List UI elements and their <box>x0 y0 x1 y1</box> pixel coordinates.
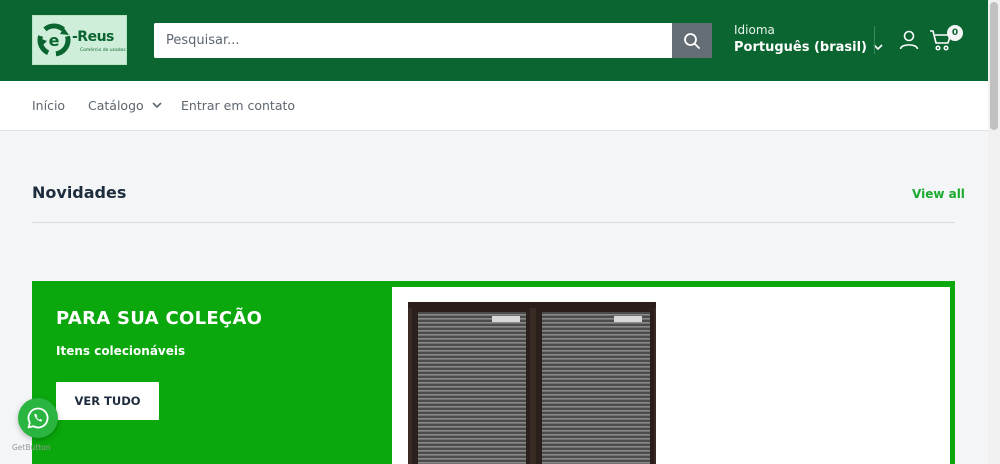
view-all-link[interactable]: View all <box>912 187 965 201</box>
scrollbar-thumb[interactable] <box>990 2 998 130</box>
promo-title: PARA SUA COLEÇÃO <box>56 308 263 329</box>
chevron-down-icon <box>152 102 162 109</box>
whatsapp-button[interactable] <box>18 398 58 438</box>
section-title: Novidades <box>32 183 127 202</box>
header-divider <box>874 26 875 54</box>
site-logo[interactable]: e -Reus Comércio de usados <box>32 15 127 65</box>
nav-item-label: Catálogo <box>88 98 144 113</box>
search-icon <box>684 32 700 49</box>
language-label: Idioma <box>734 23 775 37</box>
section-divider <box>32 222 955 223</box>
getbutton-credit[interactable]: GetButton <box>12 443 51 452</box>
logo-text: -Reus <box>72 29 114 45</box>
speakers-image[interactable] <box>408 302 656 464</box>
logo-subtitle: Comércio de usados <box>80 48 126 53</box>
svg-text:e: e <box>49 31 60 50</box>
nav-item-label: Início <box>32 98 66 113</box>
nav-item-catalogo[interactable]: Catálogo <box>88 98 162 113</box>
site-header: e -Reus Comércio de usados Idioma Portug… <box>0 0 988 81</box>
page-scrollbar[interactable] <box>988 0 1000 464</box>
nav-item-contato[interactable]: Entrar em contato <box>181 98 295 113</box>
search-button[interactable] <box>672 23 712 58</box>
search-bar <box>154 23 712 58</box>
user-icon <box>899 30 919 50</box>
view-all-button[interactable]: VER TUDO <box>56 382 159 420</box>
cart-count-badge: 0 <box>947 25 963 41</box>
main-navigation: Início Catálogo Entrar em contato <box>0 81 988 131</box>
promo-subtitle: Itens colecionáveis <box>56 344 186 358</box>
whatsapp-icon <box>27 407 49 429</box>
account-button[interactable] <box>899 30 919 54</box>
recycle-icon: e <box>37 23 71 57</box>
language-selector[interactable]: Português (brasil) <box>734 40 883 55</box>
nav-item-label: Entrar em contato <box>181 98 296 113</box>
promo-banner: PARA SUA COLEÇÃO Itens colecionáveis VER… <box>32 281 955 464</box>
search-input[interactable] <box>154 23 672 58</box>
nav-item-inicio[interactable]: Início <box>32 98 65 113</box>
promo-image-panel <box>392 287 950 464</box>
language-value: Português (brasil) <box>734 40 868 55</box>
